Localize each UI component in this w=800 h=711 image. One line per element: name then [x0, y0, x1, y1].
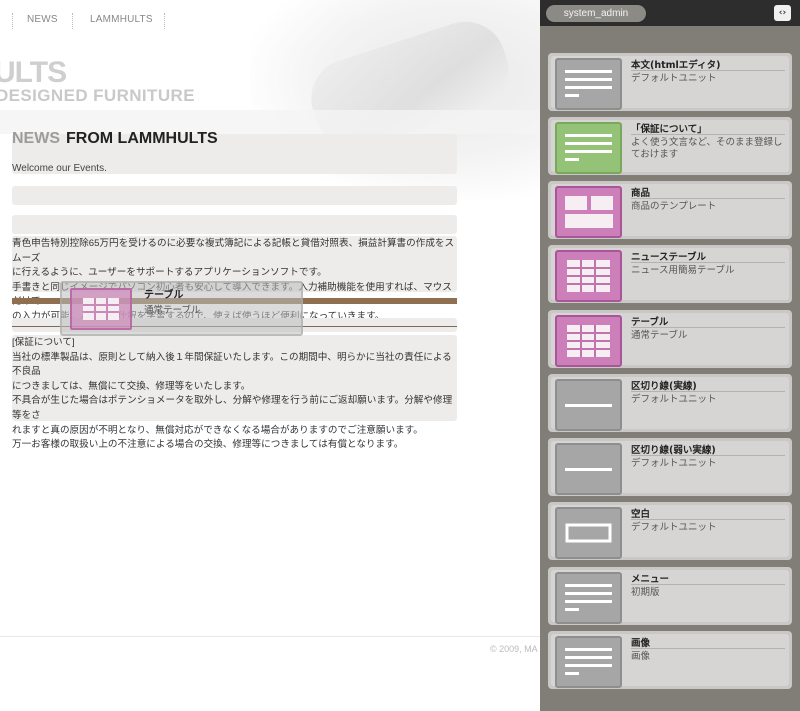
table-icon — [555, 315, 622, 367]
text-lines-icon — [555, 572, 622, 624]
unit-title: テーブル — [631, 317, 669, 328]
text-line: に行えるように、ユーザーをサポートするアプリケーションソフトです。 — [12, 267, 327, 279]
unit-divider — [631, 391, 785, 392]
text-lines-icon — [555, 58, 622, 110]
unit-desc: 商品のテンプレート — [631, 201, 717, 212]
unit-divider — [631, 455, 785, 456]
divider-line-icon — [555, 379, 622, 431]
dragging-unit-ghost[interactable]: テーブル 通常テーブル — [60, 281, 303, 336]
blank-space-icon — [555, 507, 622, 559]
unit-card[interactable]: 商品商品のテンプレート — [548, 181, 792, 239]
unit-card[interactable]: 空白デフォルトユニット — [548, 502, 792, 560]
unit-card[interactable]: ニューステーブルニュース用簡易テーブル — [548, 245, 792, 303]
nav-separator — [72, 13, 74, 29]
table-icon — [70, 288, 132, 330]
nav-separator — [12, 13, 14, 29]
site-tagline: DESIGNED FURNITURE — [0, 86, 195, 105]
unit-card[interactable]: 区切り線(弱い実線) デフォルトユニット — [548, 438, 792, 496]
text-line: れますと真の原因が不明となり、無償対応ができなくなる場合がありますのでご注意願い… — [12, 424, 423, 436]
unit-card[interactable]: テーブル通常テーブル — [548, 310, 792, 368]
ghost-desc: 通常テーブル — [144, 305, 201, 316]
text-line: につきましては、無償にて交換、修理等をいたします。 — [12, 380, 251, 392]
unit-divider — [631, 648, 785, 649]
unit-desc: 画像 — [631, 651, 651, 662]
page-title: NEWS FROM LAMMHULTS — [12, 130, 218, 148]
unit-desc: ニュース用簡易テーブル — [631, 265, 735, 276]
unit-palette-panel: system_admin ‹› 本文(htmlエディタ) デフォルトユニット 「保証… — [540, 0, 800, 711]
unit-divider — [631, 134, 785, 135]
footer-divider — [0, 636, 540, 637]
panel-toggle-button[interactable]: ‹› — [774, 5, 791, 21]
unit-title: 本文(htmlエディタ) — [631, 60, 721, 71]
unit-box-empty[interactable] — [12, 186, 457, 205]
table-icon — [555, 250, 622, 302]
unit-desc: デフォルトユニット — [631, 522, 717, 533]
unit-title: 区切り線(弱い実線) — [631, 445, 716, 456]
text-lines-icon — [555, 122, 622, 174]
text-line: 青色申告特別控除65万円を受けるのに必要な複式簿記による記帳と貸借対照表、損益計… — [12, 238, 455, 264]
nav-link-lammhults[interactable]: LAMMHULTS — [90, 14, 153, 25]
panel-header: system_admin ‹› — [540, 0, 800, 26]
unit-list: 本文(htmlエディタ) デフォルトユニット 「保証について」 よく使う文言など、その… — [540, 26, 800, 711]
user-badge[interactable]: system_admin — [546, 5, 646, 22]
website-preview: NEWS LAMMHULTS ULTS DESIGNED FURNITURE N… — [0, 0, 540, 711]
unit-desc: 初期版 — [631, 587, 660, 598]
unit-title: 画像 — [631, 638, 651, 649]
unit-title: 商品 — [631, 188, 651, 199]
site-logo[interactable]: ULTS — [0, 56, 67, 90]
warranty-text: [保証について] 当社の標準製品は、原則として納入後１年間保証いたします。この期… — [12, 336, 460, 453]
unit-card[interactable]: メニュー 初期版 — [548, 567, 792, 625]
unit-title: ニューステーブル — [631, 252, 706, 263]
unit-divider — [631, 519, 785, 520]
welcome-text: Welcome our Events. — [12, 163, 107, 174]
unit-desc: よく使う文言など、そのまま登録しておけます — [631, 137, 783, 160]
ghost-title: テーブル — [144, 290, 184, 301]
unit-divider — [631, 70, 785, 71]
unit-desc: デフォルトユニット — [631, 394, 717, 405]
text-line: [保証について] — [12, 337, 75, 348]
nav-separator — [164, 13, 166, 29]
unit-card[interactable]: 「保証について」よく使う文言など、そのまま登録しておけます — [548, 117, 792, 175]
unit-card[interactable]: 本文(htmlエディタ) デフォルトユニット — [548, 53, 792, 111]
unit-title: 区切り線(実線) — [631, 381, 697, 392]
unit-card[interactable]: 画像 画像 — [548, 631, 792, 689]
unit-desc: デフォルトユニット — [631, 458, 717, 469]
unit-title: 空白 — [631, 509, 651, 520]
unit-title: メニュー — [631, 574, 670, 585]
title-prefix: NEWS — [12, 130, 60, 147]
text-lines-icon — [555, 636, 622, 688]
unit-divider — [631, 198, 785, 199]
divider-line-icon — [555, 443, 622, 495]
title-main: FROM LAMMHULTS — [66, 130, 218, 147]
nav-link-news[interactable]: NEWS — [27, 14, 58, 25]
product-layout-icon — [555, 186, 622, 238]
unit-desc: デフォルトユニット — [631, 73, 717, 84]
unit-divider — [631, 262, 785, 263]
copyright: © 2009, MA — [490, 644, 538, 654]
unit-box-empty[interactable] — [12, 215, 457, 234]
text-line: 当社の標準製品は、原則として納入後１年間保証いたします。この期間中、明らかに当社… — [12, 351, 452, 378]
unit-title: 「保証について」 — [631, 124, 707, 135]
unit-desc: 通常テーブル — [631, 330, 688, 341]
unit-divider — [631, 584, 785, 585]
text-line: 万一お客様の取扱い上の不注意による場合の交換、修理等につきましては有償となります… — [12, 439, 404, 451]
text-line: 不具合が生じた場合はポテンショメータを取外し、分解や修理を行う前にご返却願います… — [12, 395, 453, 421]
unit-card[interactable]: 区切り線(実線) デフォルトユニット — [548, 374, 792, 432]
unit-divider — [631, 327, 785, 328]
